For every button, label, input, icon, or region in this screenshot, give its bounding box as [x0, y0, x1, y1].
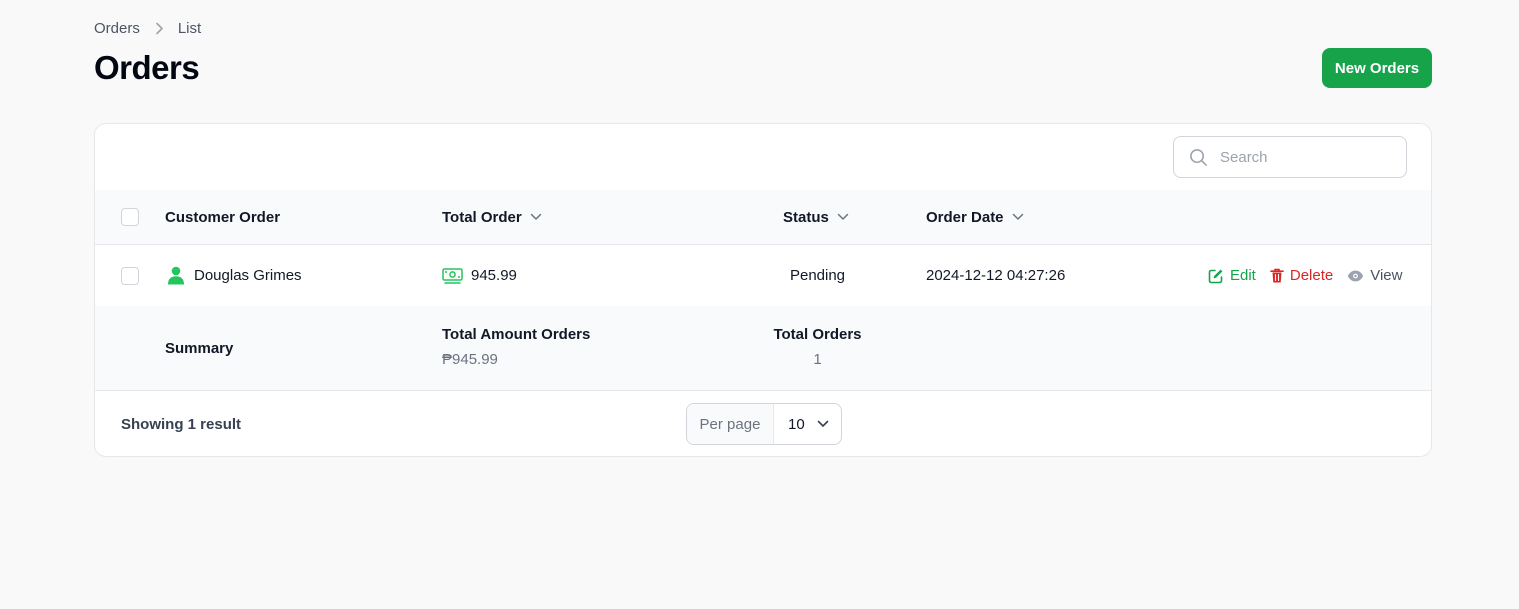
- row-actions: Edit Delete View: [1208, 245, 1402, 306]
- summary-total-orders: Total Orders 1: [745, 326, 890, 368]
- breadcrumb: Orders List: [94, 20, 201, 37]
- banknote-icon: [442, 267, 463, 285]
- column-status-label: Status: [783, 208, 829, 226]
- per-page-select[interactable]: 10: [774, 404, 841, 444]
- user-icon: [167, 266, 185, 285]
- per-page-control: Per page 10: [686, 403, 842, 445]
- total-cell: 945.99: [442, 245, 517, 306]
- orders-table-card: Customer Order Total Order Status Order …: [94, 123, 1432, 457]
- edit-button[interactable]: Edit: [1208, 267, 1256, 284]
- per-page-label: Per page: [687, 404, 774, 444]
- chevron-down-icon: [837, 213, 849, 221]
- customer-name: Douglas Grimes: [194, 267, 302, 284]
- status-cell: Pending: [745, 245, 890, 306]
- table-row: Douglas Grimes 945.99 Pending 2024-12-12…: [95, 245, 1431, 307]
- page: Orders List Orders New Orders Customer O…: [0, 0, 1519, 609]
- column-customer-order: Customer Order: [165, 190, 280, 244]
- trash-icon: [1270, 268, 1284, 284]
- column-order-date-sort[interactable]: Order Date: [926, 190, 1024, 244]
- summary-total-orders-value: 1: [813, 351, 822, 368]
- column-status-sort[interactable]: Status: [783, 190, 849, 244]
- table-header: Customer Order Total Order Status Order …: [95, 190, 1431, 245]
- table-footer: Showing 1 result Per page 10: [95, 391, 1431, 456]
- results-count: Showing 1 result: [121, 416, 242, 433]
- chevron-down-icon: [530, 213, 542, 221]
- total-amount: 945.99: [471, 267, 517, 284]
- chevron-down-icon: [817, 420, 829, 428]
- column-total-order-sort[interactable]: Total Order: [442, 190, 542, 244]
- per-page-value: 10: [788, 415, 805, 433]
- chevron-right-icon: [155, 22, 164, 35]
- summary-total-amount-value: ₱945.99: [442, 351, 498, 368]
- summary-total-orders-header: Total Orders: [773, 326, 862, 343]
- summary-row: Summary Total Amount Orders ₱945.99 Tota…: [95, 306, 1431, 391]
- column-customer-order-label: Customer Order: [165, 208, 281, 226]
- summary-total-amount: Total Amount Orders ₱945.99: [442, 326, 590, 368]
- order-date: 2024-12-12 04:27:26: [926, 267, 1066, 284]
- customer-cell: Douglas Grimes: [167, 245, 302, 306]
- edit-label: Edit: [1230, 267, 1256, 284]
- breadcrumb-list: List: [177, 20, 202, 37]
- edit-icon: [1208, 268, 1224, 284]
- view-label: View: [1370, 267, 1403, 284]
- eye-icon: [1347, 270, 1364, 282]
- delete-button[interactable]: Delete: [1270, 267, 1333, 284]
- summary-total-amount-header: Total Amount Orders: [442, 326, 591, 343]
- table-toolbar: [95, 124, 1431, 191]
- breadcrumb-orders-link[interactable]: Orders: [94, 20, 140, 37]
- column-order-date-label: Order Date: [926, 208, 1004, 226]
- chevron-down-icon: [1012, 213, 1024, 221]
- search-icon: [1189, 148, 1208, 167]
- order-date-cell: 2024-12-12 04:27:26: [926, 245, 1065, 306]
- search-box: [1173, 136, 1407, 178]
- new-orders-button[interactable]: New Orders: [1322, 48, 1432, 88]
- column-total-order-label: Total Order: [442, 208, 522, 226]
- row-select-checkbox[interactable]: [121, 267, 139, 285]
- search-input[interactable]: [1218, 147, 1392, 167]
- status-text: Pending: [789, 267, 846, 284]
- summary-label: Summary: [165, 340, 234, 357]
- delete-label: Delete: [1289, 267, 1334, 284]
- select-all-checkbox[interactable]: [121, 208, 139, 226]
- page-title: Orders: [94, 49, 200, 86]
- view-button[interactable]: View: [1347, 267, 1402, 284]
